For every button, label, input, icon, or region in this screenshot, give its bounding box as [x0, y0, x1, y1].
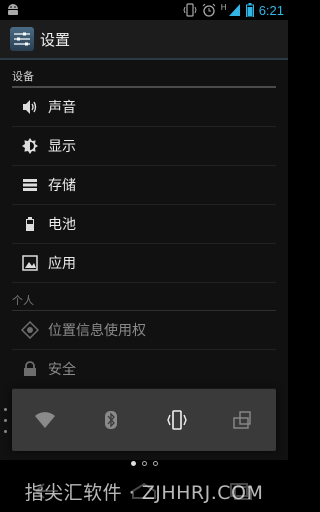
- watermark-text: 指尖汇软件 · ZJHHRJ.COM: [24, 482, 264, 504]
- quick-settings-panel: [12, 389, 276, 451]
- page-title: 设置: [40, 30, 71, 49]
- status-bar: H 6:21: [0, 0, 288, 20]
- wifi-toggle[interactable]: [25, 400, 65, 440]
- settings-item-label: 应用: [48, 256, 76, 272]
- rotation-toggle[interactable]: [223, 400, 263, 440]
- settings-item-location[interactable]: 位置信息使用权: [12, 311, 276, 350]
- section-header-personal: 个人: [12, 283, 276, 311]
- signal-icon: [228, 4, 240, 16]
- page-dot: [152, 461, 158, 466]
- location-icon: [20, 320, 40, 340]
- rotation-icon: [233, 411, 251, 429]
- battery-icon: [20, 214, 40, 234]
- alarm-icon: [202, 3, 216, 17]
- page-indicator: [0, 461, 288, 466]
- vibrate-status-icon: [183, 3, 197, 17]
- settings-item-display[interactable]: 显示: [12, 127, 276, 166]
- settings-item-apps[interactable]: 应用: [12, 244, 276, 283]
- settings-item-security[interactable]: 安全: [12, 350, 276, 389]
- settings-item-label: 声音: [48, 100, 76, 116]
- vibrate-toggle[interactable]: [157, 400, 197, 440]
- settings-item-label: 电池: [48, 217, 76, 233]
- settings-item-label: 存储: [48, 178, 76, 194]
- brightness-icon: [20, 136, 40, 156]
- settings-item-storage[interactable]: 存储: [12, 166, 276, 205]
- action-bar: 设置: [0, 20, 288, 60]
- settings-item-label: 位置信息使用权: [48, 323, 146, 339]
- section-header-device: 设备: [12, 60, 276, 88]
- settings-item-battery[interactable]: 电池: [12, 205, 276, 244]
- settings-app-icon[interactable]: [10, 27, 34, 51]
- vibrate-icon: [167, 410, 187, 430]
- apps-icon: [20, 253, 40, 273]
- settings-item-label: 显示: [48, 139, 76, 155]
- settings-item-label: 安全: [48, 362, 76, 378]
- bluetooth-toggle[interactable]: [91, 400, 131, 440]
- settings-item-sound[interactable]: 声音: [12, 88, 276, 127]
- speaker-icon: [20, 97, 40, 117]
- page-dot: [141, 461, 147, 466]
- android-notification-icon: [8, 4, 18, 15]
- bluetooth-icon: [105, 411, 117, 429]
- network-type: H: [220, 2, 227, 12]
- lock-icon: [20, 359, 40, 379]
- page-dot: [130, 461, 136, 466]
- storage-icon: [20, 175, 40, 195]
- wifi-icon: [35, 412, 55, 428]
- clock: 6:21: [258, 2, 284, 18]
- side-page-indicator: [4, 408, 8, 441]
- battery-status-icon: [245, 3, 254, 17]
